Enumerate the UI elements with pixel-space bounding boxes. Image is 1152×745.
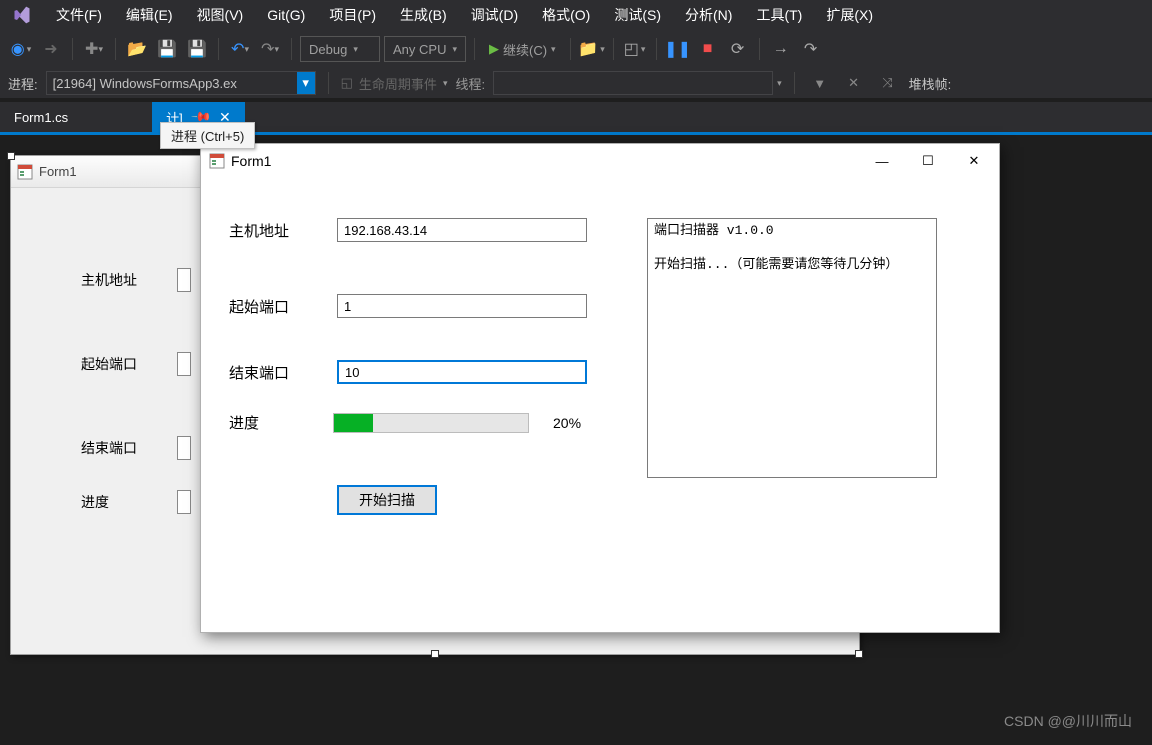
menu-test[interactable]: 测试(S) [602, 5, 673, 25]
resize-handle-nw[interactable] [7, 152, 15, 160]
bg-start-input[interactable] [177, 352, 191, 376]
host-input[interactable] [337, 218, 587, 242]
bg-host-label: 主机地址 [81, 270, 161, 290]
open-file-button[interactable]: 📂 [124, 36, 150, 62]
progress-fill [334, 414, 373, 432]
close-button[interactable]: ✕ [951, 146, 997, 176]
end-port-input[interactable] [337, 360, 587, 384]
menu-git[interactable]: Git(G) [255, 7, 317, 23]
nav-forward-button[interactable]: ➜ [38, 36, 64, 62]
step-over-button[interactable]: ↷ [798, 36, 824, 62]
clear-filter-icon[interactable]: ✕ [841, 70, 867, 96]
filter-icon[interactable]: ▼ [807, 70, 833, 96]
menu-tools[interactable]: 工具(T) [744, 5, 814, 25]
undo-button[interactable]: ↶▾ [227, 36, 253, 62]
running-form-titlebar[interactable]: Form1 — ☐ ✕ [201, 144, 999, 178]
resize-handle-s[interactable] [431, 650, 439, 658]
bg-progress-label: 进度 [81, 492, 161, 512]
step-into-button[interactable]: → [768, 36, 794, 62]
running-form-title: Form1 [231, 153, 271, 169]
end-port-label: 结束端口 [229, 362, 309, 383]
nav-back-button[interactable]: ◉ ▾ [8, 36, 34, 62]
progress-bar [333, 413, 529, 433]
menu-project[interactable]: 项目(P) [317, 5, 388, 25]
bg-end-input[interactable] [177, 436, 191, 460]
save-all-button[interactable]: 💾 [184, 36, 210, 62]
resize-handle-se[interactable] [855, 650, 863, 658]
process-dropdown[interactable]: [21964] WindowsFormsApp3.ex ▾ [46, 71, 316, 95]
stackframe-label: 堆栈帧: [909, 74, 952, 93]
bg-progress[interactable] [177, 490, 191, 514]
restart-button[interactable]: ⟳ [725, 36, 751, 62]
tab-form1-cs[interactable]: Form1.cs [0, 102, 82, 132]
save-button[interactable]: 💾 [154, 36, 180, 62]
progress-percent-text: 20% [553, 415, 581, 431]
maximize-button[interactable]: ☐ [905, 146, 951, 176]
menu-extensions[interactable]: 扩展(X) [814, 5, 885, 25]
pause-button[interactable]: ❚❚ [665, 36, 691, 62]
menu-bar: 文件(F) 编辑(E) 视图(V) Git(G) 项目(P) 生成(B) 调试(… [0, 0, 1152, 30]
start-port-input[interactable] [337, 294, 587, 318]
folder-icon[interactable]: 📁▾ [579, 36, 605, 62]
stop-button[interactable]: ■ [695, 36, 721, 62]
menu-analyze[interactable]: 分析(N) [673, 5, 744, 25]
menu-edit[interactable]: 编辑(E) [114, 5, 185, 25]
process-label: 进程: [8, 74, 38, 93]
thread-dropdown[interactable] [493, 71, 773, 95]
menu-debug[interactable]: 调试(D) [459, 5, 530, 25]
config-dropdown[interactable]: Debug▾ [300, 36, 380, 62]
output-textbox[interactable]: 端口扫描器 v1.0.0 开始扫描...（可能需要请您等待几分钟） [647, 218, 937, 478]
redo-button[interactable]: ↷▾ [257, 36, 283, 62]
start-port-label: 起始端口 [229, 296, 309, 317]
continue-button[interactable]: ▶继续(C)▾ [483, 40, 562, 59]
menu-format[interactable]: 格式(O) [530, 5, 602, 25]
running-form-window: Form1 — ☐ ✕ 主机地址 起始端口 结束端口 [200, 143, 1000, 633]
watermark-text: CSDN @@川川而山 [1004, 711, 1132, 731]
bg-start-label: 起始端口 [81, 354, 161, 374]
process-tooltip: 进程 (Ctrl+5) [160, 122, 255, 149]
host-label: 主机地址 [229, 220, 309, 241]
lifecycle-events: ◱ 生命周期事件 ▾ [341, 74, 448, 93]
progress-label: 进度 [229, 412, 309, 433]
thread-label: 线程: [455, 74, 485, 93]
vs-logo-icon [10, 3, 34, 27]
start-scan-button[interactable]: 开始扫描 [337, 485, 437, 515]
menu-view[interactable]: 视图(V) [185, 5, 256, 25]
minimize-button[interactable]: — [859, 146, 905, 176]
form-icon [17, 164, 33, 180]
bg-host-input[interactable] [177, 268, 191, 292]
random-icon[interactable]: ⤨ [875, 70, 901, 96]
debug-process-bar: 进程: [21964] WindowsFormsApp3.ex ▾ ◱ 生命周期… [0, 68, 1152, 98]
platform-dropdown[interactable]: Any CPU▾ [384, 36, 466, 62]
lifecycle-icon: ◱ [341, 75, 353, 91]
design-surface: Form1 主机地址 起始端口 结束端口 进度 Form1 — ☐ ✕ [0, 135, 1152, 745]
new-item-button[interactable]: ✚▾ [81, 36, 107, 62]
form-icon [209, 153, 225, 169]
menu-file[interactable]: 文件(F) [44, 5, 114, 25]
bg-end-label: 结束端口 [81, 438, 161, 458]
menu-build[interactable]: 生成(B) [388, 5, 459, 25]
screenshot-button[interactable]: ◰▾ [622, 36, 648, 62]
main-toolbar: ◉ ▾ ➜ ✚▾ 📂 💾 💾 ↶▾ ↷▾ Debug▾ Any CPU▾ ▶继续… [0, 30, 1152, 68]
